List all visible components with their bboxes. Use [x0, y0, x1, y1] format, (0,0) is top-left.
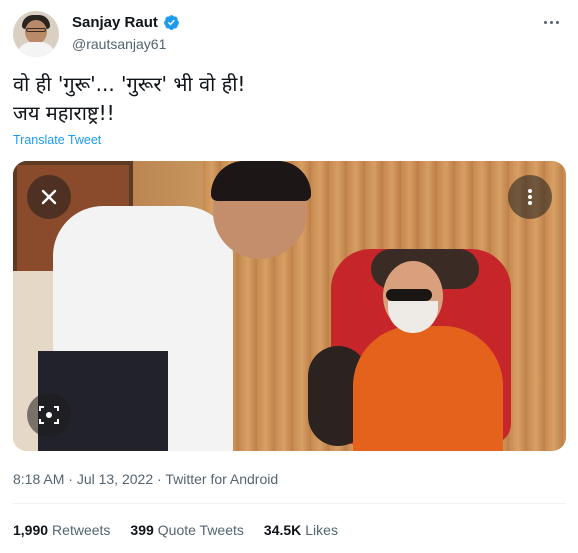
tweet-text-line: वो ही 'गुरू'... 'गुरूर' भी वो ही! [13, 72, 246, 96]
retweets-label: Retweets [52, 522, 111, 538]
media-options-button[interactable] [508, 175, 552, 219]
likes-stat[interactable]: 34.5K Likes [264, 522, 338, 538]
avatar-face [25, 20, 47, 44]
tweet-photo[interactable] [13, 161, 566, 451]
retweets-count: 1,990 [13, 522, 49, 538]
visual-search-icon [39, 406, 59, 424]
retweets-stat[interactable]: 1,990 Retweets [13, 522, 110, 538]
verified-badge-icon [163, 15, 179, 30]
author-handle[interactable]: @rautsanjay61 [72, 36, 166, 52]
quote-tweets-count: 399 [130, 522, 154, 538]
more-options-button[interactable] [538, 11, 564, 33]
more-dot-icon [543, 20, 547, 24]
photo-seated-man [353, 326, 503, 451]
likes-label: Likes [305, 522, 338, 538]
tweet-source: Twitter for Android [165, 471, 279, 487]
visual-search-button[interactable] [27, 393, 71, 437]
more-dot-icon [549, 20, 553, 24]
divider [13, 503, 566, 504]
tweet-meta: 8:18 AM · Jul 13, 2022 · Twitter for And… [13, 471, 278, 487]
photo-sunglasses [386, 289, 432, 301]
quote-tweets-label: Quote Tweets [157, 522, 244, 538]
tweet-date-link[interactable]: Jul 13, 2022 [77, 471, 153, 487]
close-media-button[interactable] [27, 175, 71, 219]
author-name-row[interactable]: Sanjay Raut [72, 14, 180, 31]
translate-tweet-link[interactable]: Translate Tweet [13, 133, 101, 147]
tweet-header: Sanjay Raut @rautsanjay61 [13, 9, 566, 59]
more-vertical-icon [528, 189, 532, 205]
avatar-shirt [17, 42, 55, 57]
avatar-glasses [26, 28, 46, 32]
close-icon [41, 189, 57, 205]
meta-separator: · [64, 471, 77, 487]
tweet-time-link[interactable]: 8:18 AM [13, 471, 64, 487]
avatar[interactable] [13, 11, 59, 57]
quote-tweets-stat[interactable]: 399 Quote Tweets [130, 522, 244, 538]
tweet-stats: 1,990 Retweets 399 Quote Tweets 34.5K Li… [13, 522, 338, 538]
meta-separator: · [153, 471, 166, 487]
photo-standing-man-hair-top [211, 161, 311, 201]
tweet-text: वो ही 'गुरू'... 'गुरूर' भी वो ही! जय महा… [13, 70, 553, 128]
likes-count: 34.5K [263, 522, 302, 538]
more-dot-icon [555, 20, 559, 24]
author-display-name[interactable]: Sanjay Raut [72, 14, 158, 31]
tweet-text-line: जय महाराष्ट्र!! [13, 101, 115, 125]
